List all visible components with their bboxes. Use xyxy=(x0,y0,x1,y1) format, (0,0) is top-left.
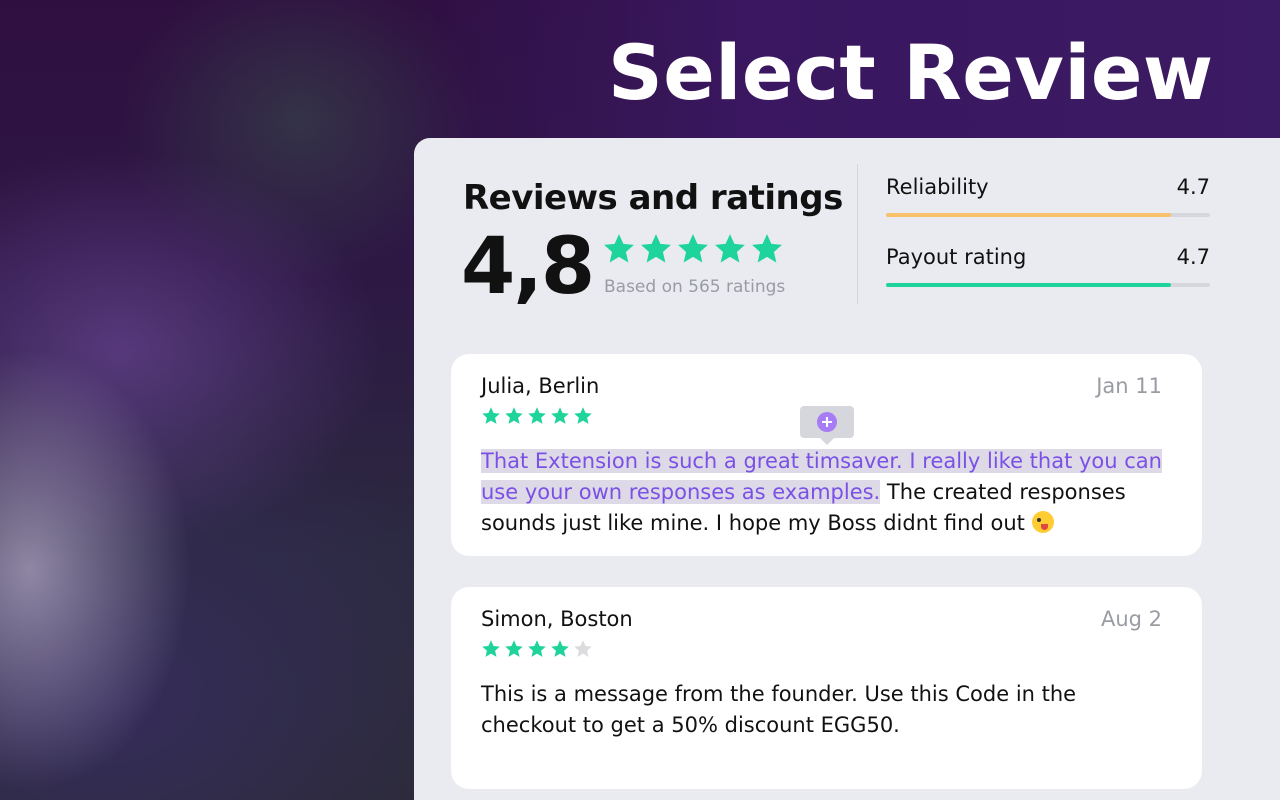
star-icon xyxy=(551,407,569,424)
ratings-count: Based on 565 ratings xyxy=(604,277,786,297)
review-card: Simon, Boston Aug 2 This is a message fr… xyxy=(451,587,1202,789)
summary-title: Reviews and ratings xyxy=(463,178,843,218)
star-icon xyxy=(482,640,500,657)
star-icon xyxy=(551,640,569,657)
star-icon xyxy=(505,640,523,657)
metric-value: 4.7 xyxy=(1176,245,1210,269)
average-star-rating xyxy=(602,232,784,266)
star-icon xyxy=(528,640,546,657)
star-icon xyxy=(505,407,523,424)
review-star-rating xyxy=(481,406,593,426)
review-author: Simon, Boston xyxy=(481,607,633,631)
metric-label: Reliability xyxy=(886,175,989,199)
star-icon xyxy=(604,234,634,263)
review-text[interactable]: This is a message from the founder. Use … xyxy=(481,679,1171,741)
star-icon xyxy=(641,234,671,263)
plus-circle-icon xyxy=(817,412,837,432)
review-author: Julia, Berlin xyxy=(481,374,600,398)
star-icon xyxy=(482,407,500,424)
review-date: Jan 11 xyxy=(1096,374,1162,398)
page-headline: Select Review xyxy=(608,28,1214,117)
review-card: Julia, Berlin Jan 11 That Extension is s… xyxy=(451,354,1202,556)
winking-face-with-tongue-icon xyxy=(1031,511,1054,533)
metric-bar-fill xyxy=(886,213,1172,217)
star-icon xyxy=(574,640,592,657)
star-icon xyxy=(574,407,592,424)
star-icon xyxy=(752,234,782,263)
metric-value: 4.7 xyxy=(1176,175,1210,199)
review-star-rating xyxy=(481,639,593,659)
review-text[interactable]: That Extension is such a great timsaver.… xyxy=(481,446,1171,539)
metric-bar-track xyxy=(886,283,1210,287)
add-selection-button[interactable] xyxy=(800,406,854,445)
star-icon xyxy=(678,234,708,263)
metric-bar-track xyxy=(886,213,1210,217)
metric-label: Payout rating xyxy=(886,245,1027,269)
review-date: Aug 2 xyxy=(1100,607,1162,631)
star-icon xyxy=(715,234,745,263)
divider xyxy=(857,164,858,304)
star-icon xyxy=(528,407,546,424)
reviews-panel: Reviews and ratings 4,8 Based on 565 rat… xyxy=(414,138,1280,800)
average-score: 4,8 xyxy=(461,222,595,312)
metric-bar-fill xyxy=(886,283,1172,287)
